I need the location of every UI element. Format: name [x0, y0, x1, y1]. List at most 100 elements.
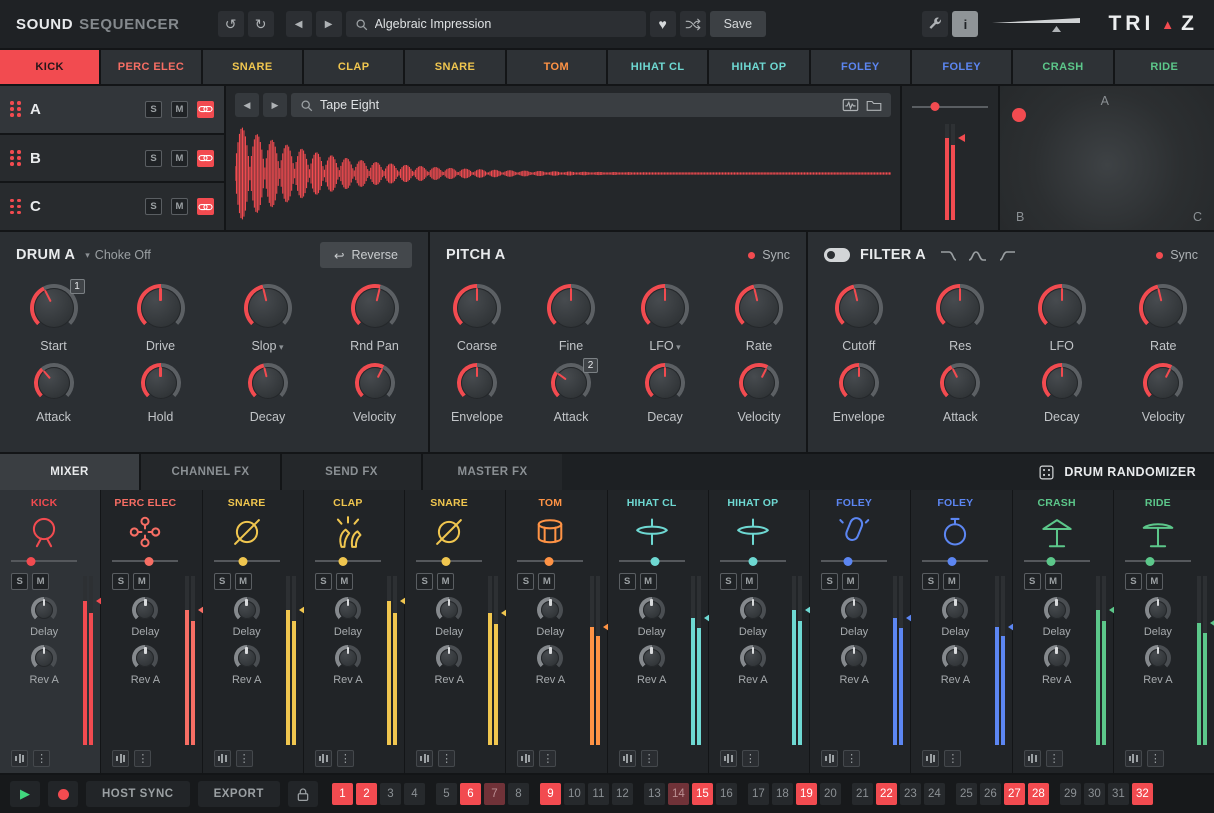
layer-link-button[interactable]: [197, 101, 214, 118]
channel-volume-slider[interactable]: [821, 556, 887, 566]
random-preset-button[interactable]: [680, 11, 706, 37]
volume-slider-handle[interactable]: [650, 557, 659, 566]
volume-slider-handle[interactable]: [545, 557, 554, 566]
layer-solo-button[interactable]: S: [145, 198, 162, 215]
channel-menu-button[interactable]: ⋮: [843, 750, 860, 767]
knob-attack[interactable]: 2: [551, 363, 591, 403]
step-17[interactable]: 17: [748, 783, 769, 805]
mixer-strip-hihat-cl-7[interactable]: HIHAT CLSMDelayRev A⋮: [608, 490, 708, 773]
output-meter-button[interactable]: [214, 750, 231, 767]
knob-rnd-pan[interactable]: [351, 284, 399, 332]
reverb-send-rev-a[interactable]: [1145, 645, 1171, 671]
knob-lfo[interactable]: [641, 284, 689, 332]
channel-mute-button[interactable]: M: [32, 573, 49, 590]
delay-send-delay[interactable]: [234, 597, 260, 623]
output-meter-button[interactable]: [11, 750, 28, 767]
step-3[interactable]: 3: [380, 783, 401, 805]
step-10[interactable]: 10: [564, 783, 585, 805]
step-2[interactable]: 2: [356, 783, 377, 805]
channel-menu-button[interactable]: ⋮: [539, 750, 556, 767]
mixer-strip-snare-5[interactable]: SNARESMDelayRev A⋮: [405, 490, 505, 773]
volume-slider-handle[interactable]: [1145, 557, 1154, 566]
step-16[interactable]: 16: [716, 783, 737, 805]
sample-search-input[interactable]: [320, 98, 835, 112]
knob-decay[interactable]: [1042, 363, 1082, 403]
channel-solo-button[interactable]: S: [416, 573, 433, 590]
step-9[interactable]: 9: [540, 783, 561, 805]
gain-slider-handle[interactable]: [930, 102, 939, 111]
pad-tab-crash-11[interactable]: CRASH: [1013, 50, 1112, 84]
channel-solo-button[interactable]: S: [720, 573, 737, 590]
channel-solo-button[interactable]: S: [315, 573, 332, 590]
step-15[interactable]: 15: [692, 783, 713, 805]
step-8[interactable]: 8: [508, 783, 529, 805]
knob-slop[interactable]: [244, 284, 292, 332]
reverb-send-rev-a[interactable]: [1044, 645, 1070, 671]
lock-button[interactable]: [288, 781, 318, 807]
step-27[interactable]: 27: [1004, 783, 1025, 805]
layer-solo-button[interactable]: S: [145, 150, 162, 167]
layer-mute-button[interactable]: M: [171, 101, 188, 118]
volume-slider-handle[interactable]: [239, 557, 248, 566]
reverb-send-rev-a[interactable]: [234, 645, 260, 671]
layer-mute-button[interactable]: M: [171, 198, 188, 215]
output-meter-button[interactable]: [1024, 750, 1041, 767]
volume-slider-handle[interactable]: [441, 557, 450, 566]
reverb-send-rev-a[interactable]: [942, 645, 968, 671]
sample-preview-icon[interactable]: [842, 98, 859, 112]
channel-menu-button[interactable]: ⋮: [438, 750, 455, 767]
morph-pad[interactable]: A B C: [1000, 86, 1214, 230]
output-meter-button[interactable]: [1125, 750, 1142, 767]
channel-menu-button[interactable]: ⋮: [33, 750, 50, 767]
channel-solo-button[interactable]: S: [922, 573, 939, 590]
channel-volume-slider[interactable]: [416, 556, 482, 566]
channel-menu-button[interactable]: ⋮: [134, 750, 151, 767]
output-meter-button[interactable]: [315, 750, 332, 767]
step-25[interactable]: 25: [956, 783, 977, 805]
mixer-strip-ride-12[interactable]: RIDESMDelayRev A⋮: [1114, 490, 1214, 773]
channel-mute-button[interactable]: M: [538, 573, 555, 590]
step-28[interactable]: 28: [1028, 783, 1049, 805]
step-4[interactable]: 4: [404, 783, 425, 805]
knob-rate[interactable]: [735, 284, 783, 332]
pad-tab-perc-elec-2[interactable]: PERC ELEC: [101, 50, 200, 84]
waveform-display[interactable]: [235, 122, 891, 225]
fx-tab-channel-fx[interactable]: CHANNEL FX: [141, 454, 280, 490]
channel-solo-button[interactable]: S: [1024, 573, 1041, 590]
channel-solo-button[interactable]: S: [1125, 573, 1142, 590]
step-22[interactable]: 22: [876, 783, 897, 805]
step-19[interactable]: 19: [796, 783, 817, 805]
channel-volume-slider[interactable]: [315, 556, 381, 566]
volume-slider-handle[interactable]: [1047, 557, 1056, 566]
step-24[interactable]: 24: [924, 783, 945, 805]
reverb-send-rev-a[interactable]: [132, 645, 158, 671]
volume-slider-handle[interactable]: [948, 557, 957, 566]
delay-send-delay[interactable]: [841, 597, 867, 623]
pad-tab-hihat-op-8[interactable]: HIHAT OP: [709, 50, 808, 84]
knob-hold[interactable]: [141, 363, 181, 403]
step-31[interactable]: 31: [1108, 783, 1129, 805]
favorite-heart-button[interactable]: ♥: [650, 11, 676, 37]
knob-fine[interactable]: [547, 284, 595, 332]
save-button[interactable]: Save: [710, 11, 767, 37]
knob-attack[interactable]: [34, 363, 74, 403]
delay-send-delay[interactable]: [740, 597, 766, 623]
knob-envelope[interactable]: [839, 363, 879, 403]
channel-volume-slider[interactable]: [11, 556, 77, 566]
channel-volume-slider[interactable]: [112, 556, 178, 566]
channel-menu-button[interactable]: ⋮: [944, 750, 961, 767]
delay-send-delay[interactable]: [1044, 597, 1070, 623]
volume-slider-handle[interactable]: [26, 557, 35, 566]
layer-solo-button[interactable]: S: [145, 101, 162, 118]
channel-solo-button[interactable]: S: [821, 573, 838, 590]
step-14[interactable]: 14: [668, 783, 689, 805]
step-12[interactable]: 12: [612, 783, 633, 805]
knob-rate[interactable]: [1139, 284, 1187, 332]
filter-bandpass-icon[interactable]: [968, 248, 988, 262]
channel-mute-button[interactable]: M: [842, 573, 859, 590]
knob-decay[interactable]: [248, 363, 288, 403]
step-7[interactable]: 7: [484, 783, 505, 805]
step-32[interactable]: 32: [1132, 783, 1153, 805]
sample-layer-a[interactable]: ASM: [0, 86, 224, 133]
channel-solo-button[interactable]: S: [619, 573, 636, 590]
